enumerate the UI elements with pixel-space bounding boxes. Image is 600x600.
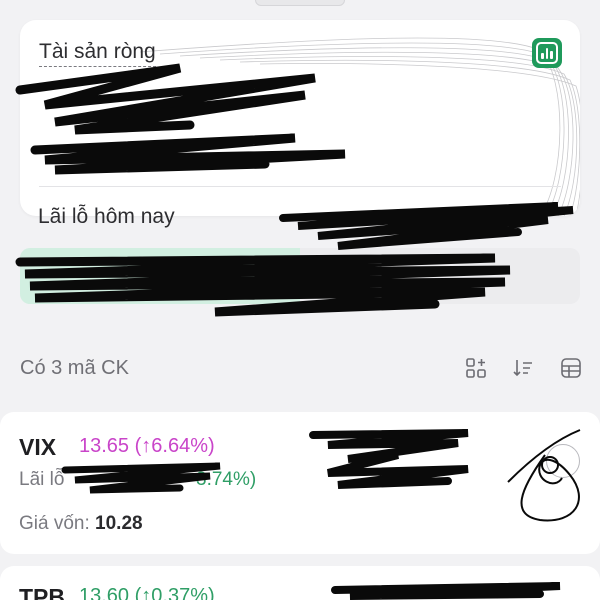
sort-icon[interactable] <box>511 356 535 380</box>
stock-cost-price: Giá vốn: 10.28 <box>19 513 143 535</box>
stock-card-vix[interactable]: VIX 13.65 (↑6.64%) Lãi lỗ 3.74%) Giá vốn… <box>0 412 600 554</box>
holdings-count: Có 3 mã CK <box>20 357 129 379</box>
stock-price-change: 13.65 (↑6.64%) <box>79 435 215 457</box>
net-asset-card: Tài sản ròng <box>20 20 580 216</box>
net-asset-title[interactable]: Tài sản ròng <box>39 40 156 67</box>
grid-view-icon[interactable] <box>559 356 583 380</box>
asset-card-divider <box>39 186 561 187</box>
stock-pnl-percent: 3.74%) <box>196 469 257 490</box>
top-tab-handle[interactable] <box>255 0 345 6</box>
stock-price-change: 13.60 (↑0.37%) <box>79 585 215 600</box>
stock-ticker: VIX <box>19 434 57 460</box>
stock-card-tpb[interactable]: TPB 13.60 (↑0.37%) <box>0 566 600 600</box>
add-stock-icon[interactable] <box>464 356 488 380</box>
stock-ticker: TPB <box>19 584 65 600</box>
stock-cost-label: Giá vốn: <box>19 513 96 534</box>
stock-cost-value: 10.28 <box>95 513 143 534</box>
chart-button[interactable] <box>532 38 562 68</box>
today-pnl-bar-fill <box>20 248 300 304</box>
today-pnl-bar[interactable] <box>20 248 580 304</box>
bar-chart-icon <box>536 42 558 64</box>
stock-expand-icon[interactable] <box>546 444 580 478</box>
stock-pnl-label: Lãi lỗ <box>19 469 65 490</box>
today-pnl-label: Lãi lỗ hôm nay <box>38 205 175 228</box>
